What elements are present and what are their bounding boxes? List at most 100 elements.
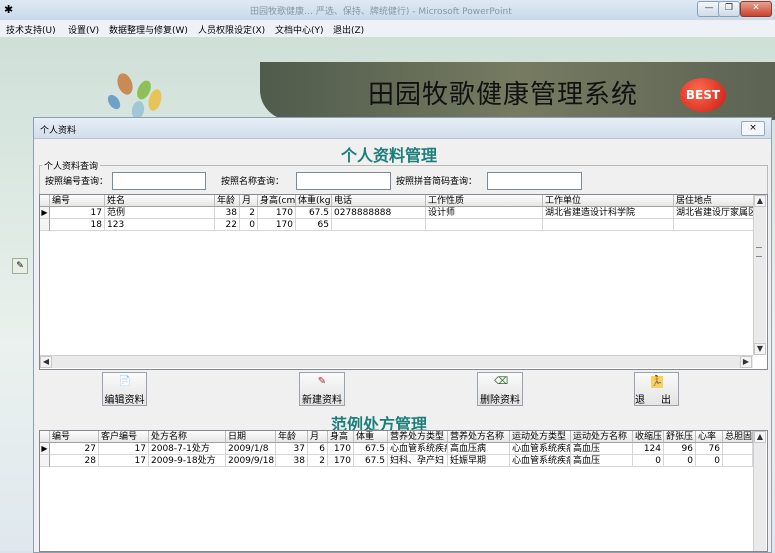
table-cell[interactable]: 17 bbox=[99, 443, 149, 455]
table-cell[interactable]: 妇科、孕产妇 bbox=[388, 455, 448, 467]
person-grid-vertical-scrollbar[interactable]: ▲ ▼ bbox=[753, 195, 766, 355]
column-header[interactable]: 心率 bbox=[696, 431, 723, 443]
column-header[interactable]: 姓名 bbox=[105, 195, 215, 207]
prescription-grid-vertical-scrollbar[interactable]: ▲ bbox=[753, 431, 766, 551]
column-header[interactable]: 月 bbox=[240, 195, 258, 207]
row-selector[interactable]: ▶ bbox=[40, 207, 50, 219]
column-header[interactable]: 工作单位 bbox=[543, 195, 674, 207]
scroll-thumb[interactable] bbox=[756, 247, 762, 257]
column-header[interactable]: 身高 bbox=[328, 431, 354, 443]
close-icon[interactable]: × bbox=[741, 121, 765, 136]
table-cell[interactable]: 湖北省建设厅家属区 bbox=[674, 207, 754, 219]
table-cell[interactable]: 38 bbox=[215, 207, 240, 219]
table-cell[interactable]: 67.5 bbox=[354, 455, 388, 467]
query-by-id-input[interactable] bbox=[112, 172, 206, 190]
column-header[interactable]: 营养处方名称 bbox=[448, 431, 510, 443]
table-cell[interactable]: 心血管系统疾病 bbox=[510, 443, 571, 455]
column-header[interactable]: 营养处方类型 bbox=[388, 431, 448, 443]
menu-settings[interactable]: 设置(V) bbox=[68, 23, 99, 36]
column-header[interactable]: 日期 bbox=[226, 431, 276, 443]
table-cell[interactable]: 18 bbox=[50, 219, 105, 231]
column-header[interactable]: 体重(kg) bbox=[296, 195, 332, 207]
column-header[interactable]: 总胆固 bbox=[723, 431, 753, 443]
table-cell[interactable]: 67.5 bbox=[354, 443, 388, 455]
scroll-up-icon[interactable]: ▲ bbox=[754, 195, 766, 207]
prescription-grid[interactable]: 编号 客户编号 处方名称 日期 年龄 月 身高 体重 营养处方类型 营养处方名称… bbox=[39, 430, 768, 552]
table-cell[interactable]: 38 bbox=[276, 455, 308, 467]
edit-profile-button[interactable]: 📄 编辑资料 bbox=[102, 372, 147, 406]
table-cell[interactable] bbox=[543, 219, 674, 231]
table-cell[interactable]: 妊娠早期 bbox=[448, 455, 510, 467]
row-selector[interactable] bbox=[40, 455, 50, 467]
table-cell[interactable]: 高血压 bbox=[571, 443, 633, 455]
column-header[interactable]: 年龄 bbox=[276, 431, 308, 443]
table-cell[interactable]: 设计师 bbox=[426, 207, 543, 219]
table-cell[interactable] bbox=[332, 219, 426, 231]
column-header[interactable]: 电话 bbox=[332, 195, 426, 207]
column-header[interactable]: 年龄 bbox=[215, 195, 240, 207]
table-cell[interactable]: 96 bbox=[664, 443, 696, 455]
table-cell[interactable]: 27 bbox=[50, 443, 99, 455]
column-header[interactable]: 体重 bbox=[354, 431, 388, 443]
column-header[interactable]: 编号 bbox=[50, 195, 105, 207]
new-profile-button[interactable]: ✎ 新建资料 bbox=[299, 372, 345, 406]
column-header[interactable]: 工作性质 bbox=[426, 195, 543, 207]
table-cell[interactable]: 170 bbox=[258, 219, 296, 231]
table-cell[interactable]: 2 bbox=[308, 455, 328, 467]
column-header[interactable]: 处方名称 bbox=[149, 431, 226, 443]
table-cell[interactable]: 0 bbox=[633, 455, 664, 467]
menu-tech-support[interactable]: 技术支持(U) bbox=[6, 23, 56, 36]
column-header[interactable]: 舒张压 bbox=[664, 431, 696, 443]
table-cell[interactable]: 2009/9/18 bbox=[226, 455, 276, 467]
table-cell[interactable]: 2009-9-18处方 bbox=[149, 455, 226, 467]
exit-button[interactable]: 🏃 退出 bbox=[634, 372, 679, 406]
table-cell[interactable]: 170 bbox=[258, 207, 296, 219]
table-cell[interactable]: 0278888888 bbox=[332, 207, 426, 219]
table-cell[interactable]: 37 bbox=[276, 443, 308, 455]
scroll-down-icon[interactable]: ▼ bbox=[754, 343, 766, 355]
menu-permissions[interactable]: 人员权限设定(X) bbox=[198, 23, 265, 36]
scroll-left-icon[interactable]: ◀ bbox=[40, 356, 52, 368]
table-cell[interactable]: 76 bbox=[696, 443, 723, 455]
person-grid[interactable]: 编号 姓名 年龄 月 身高(cm) 体重(kg) 电话 工作性质 工作单位 居住… bbox=[39, 194, 768, 370]
table-cell[interactable]: 2009/1/8 bbox=[226, 443, 276, 455]
column-header[interactable]: 身高(cm) bbox=[258, 195, 296, 207]
menu-exit[interactable]: 退出(Z) bbox=[333, 23, 364, 36]
column-header[interactable]: 居住地点 bbox=[674, 195, 754, 207]
table-cell[interactable]: 6 bbox=[308, 443, 328, 455]
table-cell[interactable] bbox=[426, 219, 543, 231]
person-grid-horizontal-scrollbar[interactable]: ◀ ▶ bbox=[40, 355, 753, 368]
table-cell[interactable]: 65 bbox=[296, 219, 332, 231]
query-by-pinyin-input[interactable] bbox=[487, 172, 582, 190]
table-cell[interactable]: 心血管系统疾病 bbox=[510, 455, 571, 467]
table-cell[interactable]: 67.5 bbox=[296, 207, 332, 219]
scroll-up-icon[interactable]: ▲ bbox=[754, 431, 766, 443]
table-cell[interactable]: 0 bbox=[664, 455, 696, 467]
table-cell[interactable]: 28 bbox=[50, 455, 99, 467]
close-icon[interactable]: ✕ bbox=[740, 1, 772, 17]
column-header[interactable]: 编号 bbox=[50, 431, 99, 443]
column-header[interactable]: 运动处方类型 bbox=[510, 431, 571, 443]
table-cell[interactable]: 17 bbox=[50, 207, 105, 219]
row-selector[interactable] bbox=[40, 219, 50, 231]
column-header[interactable]: 月 bbox=[308, 431, 328, 443]
table-cell[interactable]: 17 bbox=[99, 455, 149, 467]
side-tool-icon[interactable]: ✎ bbox=[12, 258, 28, 274]
menu-data-repair[interactable]: 数据整理与修复(W) bbox=[109, 23, 188, 36]
table-cell[interactable]: 湖北省建造设计科学院 bbox=[543, 207, 674, 219]
scroll-right-icon[interactable]: ▶ bbox=[740, 356, 752, 368]
row-selector[interactable]: ▶ bbox=[40, 443, 50, 455]
table-cell[interactable]: 0 bbox=[696, 455, 723, 467]
column-header[interactable]: 运动处方名称 bbox=[571, 431, 633, 443]
table-cell[interactable]: 高血压 bbox=[571, 455, 633, 467]
table-cell[interactable] bbox=[723, 443, 753, 455]
restore-icon[interactable]: ❐ bbox=[718, 1, 740, 17]
table-cell[interactable]: 123 bbox=[105, 219, 215, 231]
table-cell[interactable]: 22 bbox=[215, 219, 240, 231]
table-cell[interactable]: 范例 bbox=[105, 207, 215, 219]
query-by-name-input[interactable] bbox=[296, 172, 391, 190]
table-cell[interactable]: 0 bbox=[240, 219, 258, 231]
table-cell[interactable]: 心血管系统疾病 bbox=[388, 443, 448, 455]
column-header[interactable]: 客户编号 bbox=[99, 431, 149, 443]
table-cell[interactable] bbox=[674, 219, 754, 231]
